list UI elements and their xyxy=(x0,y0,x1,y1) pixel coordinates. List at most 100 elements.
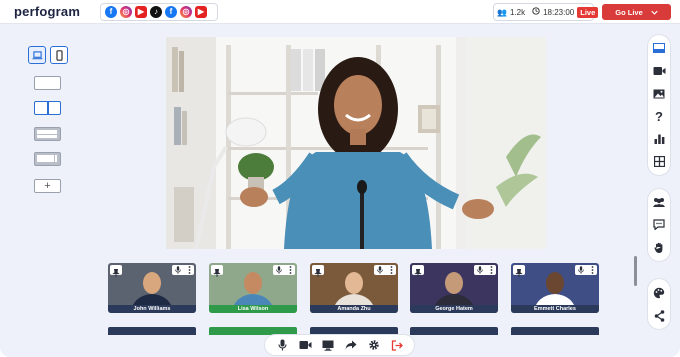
participant-tile[interactable] xyxy=(310,327,398,335)
layout-single[interactable] xyxy=(34,76,61,90)
mobile-view-button[interactable] xyxy=(50,46,68,64)
participant-tile[interactable] xyxy=(511,327,599,335)
chat-bubble-icon xyxy=(653,219,665,231)
chat-button[interactable] xyxy=(648,214,670,236)
viewers-icon: 👥 xyxy=(497,7,507,17)
layout-sidebar[interactable] xyxy=(34,152,61,166)
participant-tile[interactable]: George Hatem xyxy=(410,263,498,313)
grid-layout-button[interactable] xyxy=(648,151,670,173)
microphone-icon[interactable] xyxy=(578,266,585,274)
instagram-icon[interactable]: ◎ xyxy=(120,6,132,18)
palette-icon xyxy=(653,287,665,298)
microphone-icon[interactable] xyxy=(276,266,283,274)
top-bar: perfogram f ◎ ▶ ♪ f ◎ ▶ 👥 1.2k 18:23:00 Live G… xyxy=(0,0,680,24)
microphone-icon[interactable] xyxy=(175,266,182,274)
tile-actions xyxy=(474,265,496,275)
layout-split[interactable] xyxy=(34,101,61,115)
layout-top-bottom[interactable] xyxy=(34,127,61,141)
monitor-icon xyxy=(322,340,334,351)
camera-source-button[interactable] xyxy=(648,60,670,82)
theme-button[interactable] xyxy=(648,282,670,304)
participant-tile[interactable]: Lisa Wilson xyxy=(209,263,297,313)
youtube-icon[interactable]: ▶ xyxy=(195,6,207,18)
polls-button[interactable] xyxy=(648,128,670,150)
live-badge: Live xyxy=(577,6,599,18)
participant-tile[interactable]: John Williams xyxy=(108,263,196,313)
participant-tile[interactable] xyxy=(209,327,297,335)
tile-actions xyxy=(575,265,597,275)
participant-name: Emmett Charles xyxy=(511,305,599,313)
phone-icon xyxy=(55,49,63,61)
facebook-icon[interactable]: f xyxy=(165,6,177,18)
participants-button[interactable] xyxy=(648,191,670,213)
more-options-icon[interactable] xyxy=(188,266,191,274)
image-icon xyxy=(653,89,665,99)
add-layout-button[interactable]: + xyxy=(34,179,61,193)
presenter-video-feed xyxy=(166,37,546,249)
pin-button[interactable] xyxy=(513,265,525,277)
screen-share-button[interactable] xyxy=(321,338,335,352)
banner-button[interactable] xyxy=(648,37,670,59)
qa-button[interactable]: ? xyxy=(648,105,670,127)
forward-button[interactable] xyxy=(344,338,358,352)
chevron-down-icon xyxy=(651,8,658,17)
participants-scrollbar[interactable] xyxy=(634,256,637,286)
gear-icon xyxy=(369,340,379,350)
pin-button[interactable] xyxy=(110,265,122,277)
more-options-icon[interactable] xyxy=(289,266,292,274)
participant-tile[interactable]: Emmett Charles xyxy=(511,263,599,313)
tile-actions xyxy=(273,265,295,275)
viewer-count: 1.2k xyxy=(509,7,526,17)
bar-chart-icon xyxy=(654,134,664,144)
exit-icon xyxy=(391,339,403,351)
image-media-button[interactable] xyxy=(648,83,670,105)
go-live-button[interactable]: Go Live xyxy=(602,4,671,20)
plus-icon: + xyxy=(44,179,51,192)
microphone-icon xyxy=(278,339,287,351)
logo: perfogram xyxy=(14,4,81,19)
go-live-label: Go Live xyxy=(615,7,643,17)
more-options-icon[interactable] xyxy=(591,266,594,274)
grid-icon xyxy=(653,156,665,168)
youtube-icon[interactable]: ▶ xyxy=(135,6,147,18)
right-toolbar-bottom xyxy=(648,279,670,329)
mic-button[interactable] xyxy=(275,338,289,352)
raise-hand-button[interactable] xyxy=(648,237,670,259)
tiktok-icon[interactable]: ♪ xyxy=(150,6,162,18)
pin-button[interactable] xyxy=(211,265,223,277)
share-button[interactable] xyxy=(648,305,670,327)
clock-icon xyxy=(532,7,540,17)
laptop-icon xyxy=(32,50,42,59)
right-toolbar-middle xyxy=(648,189,670,261)
stream-timer: 18:23:00 xyxy=(543,7,575,17)
leave-button[interactable] xyxy=(390,338,404,352)
settings-button[interactable] xyxy=(367,338,381,352)
participant-name: George Hatem xyxy=(410,305,498,313)
pin-icon xyxy=(414,269,422,277)
pin-button[interactable] xyxy=(312,265,324,277)
more-options-icon[interactable] xyxy=(490,266,493,274)
pin-button[interactable] xyxy=(412,265,424,277)
instagram-icon[interactable]: ◎ xyxy=(180,6,192,18)
more-options-icon[interactable] xyxy=(390,266,393,274)
desktop-view-button[interactable] xyxy=(28,46,46,64)
participant-tile[interactable] xyxy=(410,327,498,335)
hand-icon xyxy=(653,242,662,253)
main-stage-video xyxy=(166,37,546,249)
participant-name: John Williams xyxy=(108,305,196,313)
video-camera-icon xyxy=(653,66,665,75)
people-icon xyxy=(653,198,665,208)
tile-actions xyxy=(172,265,194,275)
facebook-icon[interactable]: f xyxy=(105,6,117,18)
microphone-icon[interactable] xyxy=(477,266,484,274)
participant-name: Lisa Wilson xyxy=(209,305,297,313)
microphone-icon[interactable] xyxy=(377,266,384,274)
pin-icon xyxy=(213,269,221,277)
pin-icon xyxy=(112,269,120,277)
participant-tile[interactable] xyxy=(108,327,196,335)
camera-button[interactable] xyxy=(298,338,312,352)
right-toolbar-top: ? xyxy=(648,35,670,175)
app-window: perfogram f ◎ ▶ ♪ f ◎ ▶ 👥 1.2k 18:23:00 Live G… xyxy=(0,0,680,357)
participant-tile[interactable]: Amanda Zhu xyxy=(310,263,398,313)
connected-destinations: f ◎ ▶ ♪ f ◎ ▶ xyxy=(100,3,218,21)
